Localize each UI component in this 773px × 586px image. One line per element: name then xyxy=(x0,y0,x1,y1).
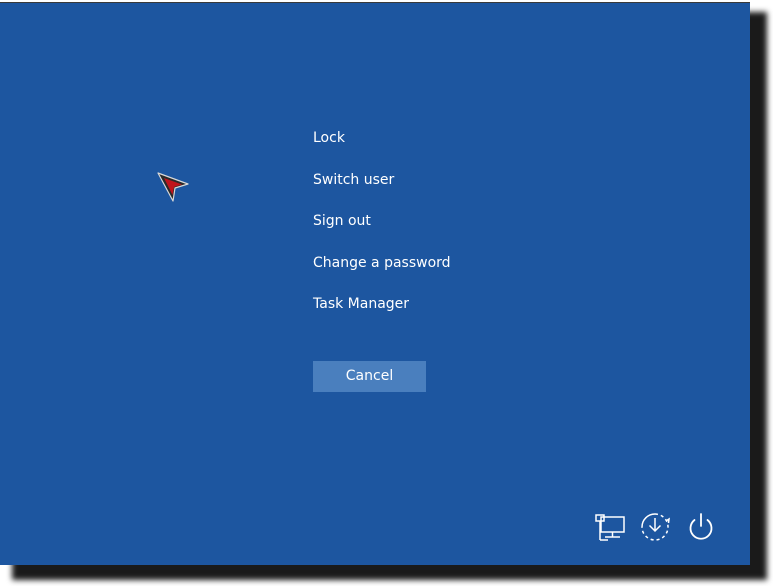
network-icon[interactable] xyxy=(592,509,628,545)
ease-of-access-icon[interactable] xyxy=(637,509,673,545)
menu-item-sign-out[interactable]: Sign out xyxy=(313,212,451,254)
power-icon[interactable] xyxy=(683,509,719,545)
menu-item-task-manager[interactable]: Task Manager xyxy=(313,295,451,337)
security-options-screen: Lock Switch user Sign out Change a passw… xyxy=(0,2,750,565)
window-frame: Lock Switch user Sign out Change a passw… xyxy=(0,0,773,586)
cancel-button[interactable]: Cancel xyxy=(313,361,426,392)
menu-item-change-password[interactable]: Change a password xyxy=(313,254,451,296)
mouse-pointer-icon xyxy=(156,171,190,203)
menu-item-lock[interactable]: Lock xyxy=(313,129,451,171)
menu-item-switch-user[interactable]: Switch user xyxy=(313,171,451,213)
security-options-menu: Lock Switch user Sign out Change a passw… xyxy=(313,129,451,337)
